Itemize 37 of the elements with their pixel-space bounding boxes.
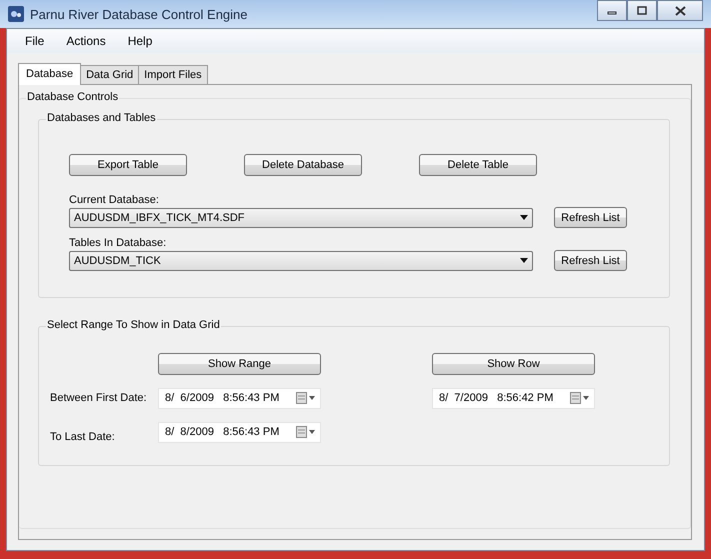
- menu-item[interactable]: Help: [128, 34, 152, 48]
- show-row-button[interactable]: Show Row: [432, 353, 595, 375]
- field-label: Between First Date:: [50, 392, 148, 404]
- dropdown-arrow-icon: [520, 215, 528, 220]
- tab[interactable]: Data Grid: [80, 65, 140, 84]
- field-label: To Last Date:: [50, 430, 116, 443]
- close-icon: [674, 6, 686, 16]
- date-picker[interactable]: 8/ 6/2009 8:56:43 PM: [158, 388, 321, 408]
- close-button[interactable]: [657, 0, 703, 21]
- refresh-button[interactable]: Refresh List: [554, 207, 627, 228]
- show-range-button[interactable]: Show Range: [158, 353, 321, 375]
- field-label: Tables In Database:: [69, 237, 168, 249]
- tab[interactable]: Database: [18, 63, 82, 85]
- app-icon: [8, 6, 24, 22]
- dropdown[interactable]: AUDUSDM_TICK: [69, 250, 533, 270]
- maximize-icon: [637, 6, 647, 15]
- action-button[interactable]: Delete Database: [244, 154, 362, 176]
- action-button[interactable]: Export Table: [69, 154, 187, 176]
- field-label: Current Database:: [69, 194, 160, 206]
- group-title: Select Range To Show in Data Grid: [46, 319, 221, 331]
- calendar-icon: [570, 392, 590, 404]
- group-title: Databases and Tables: [46, 112, 157, 124]
- menu-item[interactable]: File: [25, 34, 44, 48]
- calendar-icon: [296, 426, 316, 438]
- group-title: Database Controls: [26, 91, 120, 103]
- minimize-button[interactable]: [597, 0, 627, 21]
- calendar-icon: [296, 392, 316, 404]
- menu-item[interactable]: Actions: [66, 34, 106, 48]
- action-button[interactable]: Delete Table: [419, 154, 537, 176]
- date-picker[interactable]: 8/ 7/2009 8:56:42 PM: [432, 388, 595, 408]
- maximize-button[interactable]: [627, 0, 657, 21]
- tab[interactable]: Import Files: [138, 65, 208, 84]
- window-title: Parnu River Database Control Engine: [30, 6, 248, 22]
- date-picker[interactable]: 8/ 8/2009 8:56:43 PM: [158, 422, 321, 442]
- dropdown[interactable]: AUDUSDM_IBFX_TICK_MT4.SDF: [69, 208, 533, 228]
- dropdown-arrow-icon: [520, 258, 528, 263]
- refresh-button[interactable]: Refresh List: [554, 250, 627, 271]
